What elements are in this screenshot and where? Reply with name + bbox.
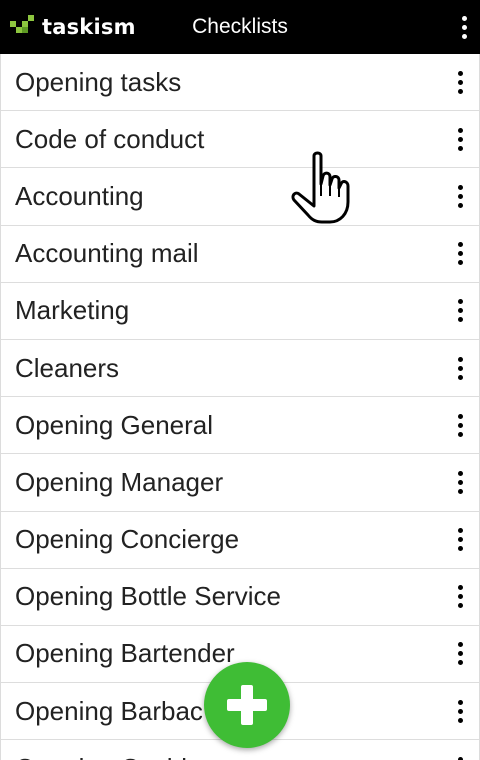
checklist-label: Opening Concierge xyxy=(15,524,240,555)
more-vert-icon xyxy=(457,356,463,380)
more-vert-icon xyxy=(457,127,463,151)
checklist-row[interactable]: Opening General xyxy=(1,397,479,455)
row-menu-button[interactable] xyxy=(448,121,472,157)
row-menu-button[interactable] xyxy=(448,522,472,558)
more-vert-icon xyxy=(457,299,463,323)
checklist-label: Opening Bottle Service xyxy=(15,581,281,612)
checklist-label: Cleaners xyxy=(15,352,120,383)
taskism-logo-icon xyxy=(10,15,34,33)
row-menu-button[interactable] xyxy=(448,750,472,760)
more-vert-icon xyxy=(457,470,463,494)
more-vert-icon xyxy=(457,184,463,208)
checklist-label: Opening Manager xyxy=(15,466,224,497)
row-menu-button[interactable] xyxy=(448,64,472,100)
row-menu-button[interactable] xyxy=(448,236,472,272)
checklist-label: Marketing xyxy=(15,295,130,326)
row-menu-button[interactable] xyxy=(448,293,472,329)
checklist-row[interactable]: Marketing xyxy=(1,283,479,340)
row-menu-button[interactable] xyxy=(448,464,472,500)
logo-text: taskism xyxy=(42,15,136,39)
more-vert-icon xyxy=(461,15,467,39)
checklist-label: Opening General xyxy=(15,409,214,440)
more-vert-icon xyxy=(457,528,463,552)
checklist-label: Opening Barbac xyxy=(15,695,203,726)
checklist-label: Opening Bartender xyxy=(15,638,235,669)
checklist-row[interactable]: Opening Manager xyxy=(1,454,479,512)
checklist-label: Accounting mail xyxy=(15,238,199,269)
add-checklist-button[interactable] xyxy=(204,662,290,748)
overflow-menu-button[interactable] xyxy=(454,11,474,43)
checklist-label: Code of conduct xyxy=(15,123,205,154)
checklist-row[interactable]: Opening tasks xyxy=(1,54,479,112)
app-bar: taskism Checklists xyxy=(0,0,480,54)
more-vert-icon xyxy=(457,585,463,609)
checklist-row[interactable]: Accounting xyxy=(1,168,479,226)
row-menu-button[interactable] xyxy=(448,636,472,672)
checklist-row[interactable]: Opening Bottle Service xyxy=(1,569,479,626)
row-menu-button[interactable] xyxy=(448,693,472,729)
checklist-label: Opening Cashier xyxy=(15,753,210,760)
more-vert-icon xyxy=(457,242,463,266)
row-menu-button[interactable] xyxy=(448,350,472,386)
checklist-row[interactable]: Opening Concierge xyxy=(1,512,479,569)
more-vert-icon xyxy=(457,413,463,437)
checklist-label: Opening tasks xyxy=(15,66,182,97)
more-vert-icon xyxy=(457,642,463,666)
app-logo: taskism xyxy=(10,12,136,42)
checklist-label: Accounting xyxy=(15,180,144,211)
checklist-row[interactable]: Cleaners xyxy=(1,340,479,398)
row-menu-button[interactable] xyxy=(448,407,472,443)
checklist-list[interactable]: Opening tasks Code of conduct Accounting Ac… xyxy=(0,54,480,760)
more-vert-icon xyxy=(457,70,463,94)
checklist-row[interactable]: Accounting mail xyxy=(1,226,479,283)
row-menu-button[interactable] xyxy=(448,579,472,615)
more-vert-icon xyxy=(457,699,463,723)
plus-icon xyxy=(227,685,267,725)
row-menu-button[interactable] xyxy=(448,178,472,214)
checklist-row[interactable]: Code of conduct xyxy=(1,111,479,169)
